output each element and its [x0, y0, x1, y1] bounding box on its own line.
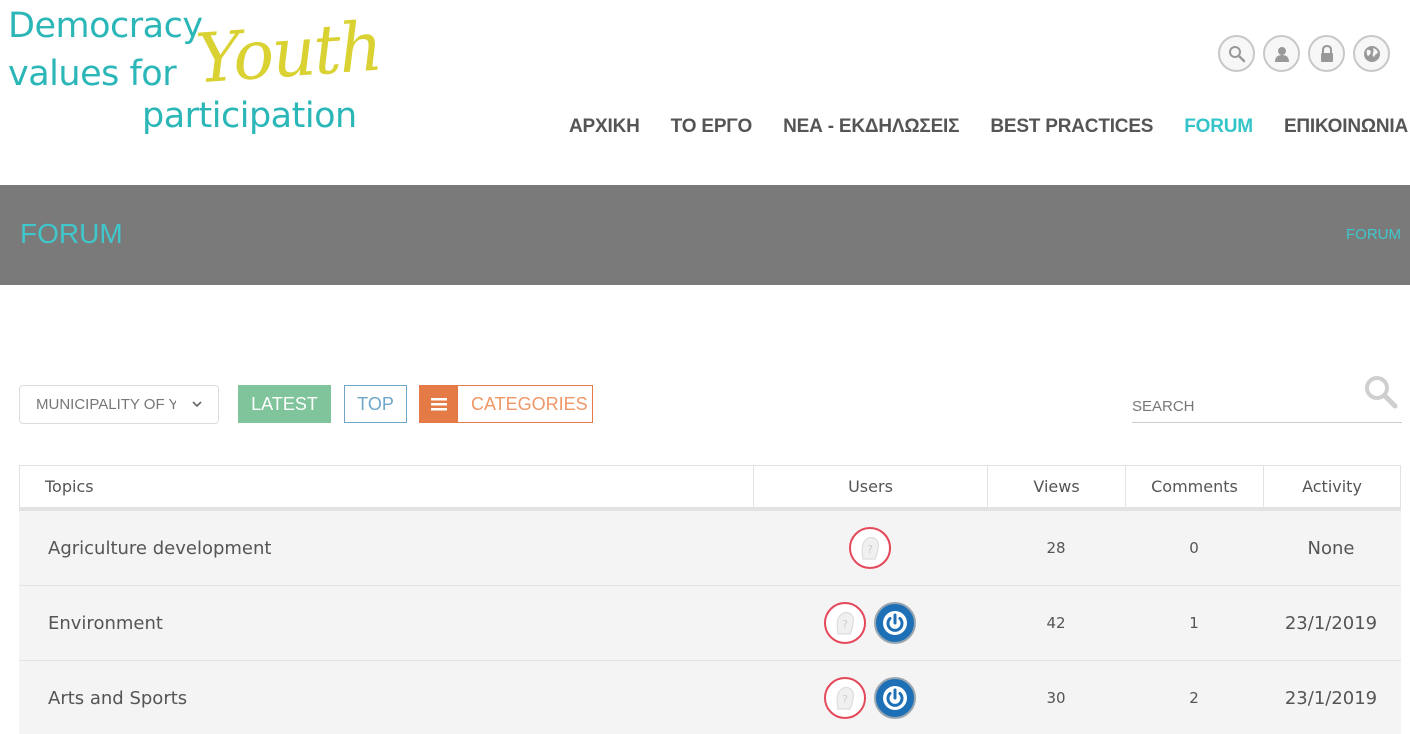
topic-link[interactable]: Agriculture development [19, 511, 753, 585]
page-banner: FORUM FORUM [0, 185, 1410, 285]
header-views: Views [988, 466, 1126, 507]
nav-item-home[interactable]: ΑΡΧΙΚΗ [569, 116, 640, 138]
logo-youth: Youth [193, 7, 384, 100]
anonymous-avatar-icon[interactable]: ? [824, 602, 866, 644]
municipality-select[interactable]: MUNICIPALITY OF YOUTH [19, 385, 219, 424]
forum-search[interactable]: SEARCH [1132, 376, 1402, 423]
nav-item-best-practices[interactable]: BEST PRACTICES [990, 116, 1153, 138]
table-row[interactable]: Arts and Sports ? 30 2 23/1/2019 [19, 661, 1401, 734]
forum-toolbar: MUNICIPALITY OF YOUTH LATEST TOP CATEGOR… [19, 376, 1402, 425]
logo-line-values: values for [8, 54, 177, 94]
users-cell: ? [753, 511, 987, 585]
power-avatar-icon[interactable] [874, 602, 916, 644]
search-input[interactable]: SEARCH [1132, 398, 1195, 415]
search-icon[interactable] [1218, 35, 1255, 72]
breadcrumb[interactable]: FORUM [1346, 226, 1401, 243]
table-row[interactable]: Environment ? 42 1 23/1/2019 [19, 586, 1401, 661]
top-button[interactable]: TOP [344, 385, 407, 423]
categories-button[interactable]: CATEGORIES [419, 385, 593, 423]
table-row[interactable]: Agriculture development ? 28 0 None [19, 511, 1401, 586]
logo-line-participation: participation [142, 96, 357, 136]
table-header: Topics Users Views Comments Activity [19, 465, 1401, 511]
header-users: Users [754, 466, 988, 507]
svg-text:?: ? [867, 543, 873, 556]
views-count: 30 [1046, 689, 1066, 707]
nav-item-forum[interactable]: FORUM [1184, 116, 1253, 138]
nav-item-contact[interactable]: ΕΠΙΚΟΙΝΩΝΙΑ [1284, 116, 1408, 138]
svg-text:?: ? [842, 618, 848, 631]
nav-item-news-events[interactable]: ΝΕΑ - ΕΚΔΗΛΩΣΕΙΣ [783, 116, 959, 138]
site-logo[interactable]: Democracy values for participation Youth [0, 0, 383, 150]
views-count: 42 [1046, 614, 1066, 632]
activity-value: 23/1/2019 [1284, 612, 1378, 634]
logo-line-democracy: Democracy [8, 6, 203, 46]
topic-link[interactable]: Arts and Sports [19, 661, 753, 734]
chevron-down-icon [192, 401, 202, 408]
topics-table: Topics Users Views Comments Activity Agr… [19, 465, 1401, 734]
anonymous-avatar-icon[interactable]: ? [849, 527, 891, 569]
header-activity: Activity [1302, 477, 1362, 496]
lock-icon[interactable] [1308, 35, 1345, 72]
users-cell: ? [753, 586, 987, 660]
activity-value: 23/1/2019 [1284, 687, 1378, 709]
comments-count: 2 [1189, 689, 1199, 707]
anonymous-avatar-icon[interactable]: ? [824, 677, 866, 719]
hamburger-icon [420, 386, 458, 422]
page-title: FORUM [20, 218, 123, 249]
topic-link[interactable]: Environment [19, 586, 753, 660]
comments-count: 0 [1189, 539, 1199, 557]
activity-value: None [1307, 537, 1355, 559]
power-avatar-icon[interactable] [874, 677, 916, 719]
search-icon[interactable] [1362, 373, 1400, 411]
latest-button[interactable]: LATEST [238, 385, 331, 423]
header-topics: Topics [20, 466, 754, 507]
svg-text:?: ? [842, 693, 848, 706]
site-header: Democracy values for participation Youth… [0, 0, 1410, 185]
nav-item-project[interactable]: ΤΟ ΕΡΓΟ [671, 116, 753, 138]
categories-label: CATEGORIES [471, 393, 588, 414]
users-cell: ? [753, 661, 987, 734]
municipality-select-value: MUNICIPALITY OF YOUTH [36, 396, 176, 413]
header-icon-bar [1218, 35, 1390, 72]
comments-count: 1 [1189, 614, 1199, 632]
user-icon[interactable] [1263, 35, 1300, 72]
views-count: 28 [1046, 539, 1066, 557]
main-nav: ΑΡΧΙΚΗ ΤΟ ΕΡΓΟ ΝΕΑ - ΕΚΔΗΛΩΣΕΙΣ BEST PRA… [569, 116, 1408, 138]
header-comments: Comments [1126, 466, 1264, 507]
globe-icon[interactable] [1353, 35, 1390, 72]
